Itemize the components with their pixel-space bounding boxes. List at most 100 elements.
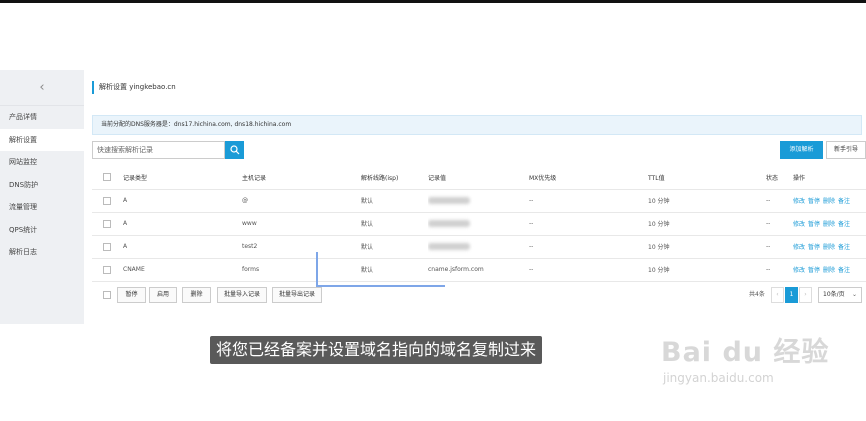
cell-type: A [123,189,242,213]
blurred-value [428,243,470,250]
cell-host: www [242,212,361,236]
cell-mx: -- [529,212,648,236]
cell-host: @ [242,189,361,213]
col-header-status: 状态 [766,166,793,190]
edit-link[interactable]: 修改 [793,198,805,205]
col-header-type: 记录类型 [123,166,242,190]
cell-status: -- [766,212,793,236]
cell-type: A [123,212,242,236]
chevron-down-icon: ⌄ [851,291,857,298]
blurred-value [428,197,470,204]
cell-line: 默认 [361,212,428,236]
col-header-actions: 操作 [793,166,866,190]
prev-page-button[interactable]: ‹ [771,287,784,303]
bulk-enable-button[interactable]: 启用 [149,287,177,303]
col-header-host: 主机记录 [242,166,361,190]
bulk-export-button[interactable]: 批量导出记录 [272,287,322,303]
next-page-button[interactable]: › [799,287,812,303]
search-input[interactable] [92,141,225,159]
table-row: A @ 默认 -- 10 分钟 -- 修改 暂停 删除 备注 [92,189,866,213]
footer-select-all-checkbox[interactable] [103,291,111,299]
sidebar: ‹ 产品详情 解析设置 网站监控 DNS防护 流量管理 QPS统计 解析日志 [0,70,84,324]
sidebar-item-dns-settings[interactable]: 解析设置 [0,128,84,151]
cell-type: CNAME [123,258,242,282]
select-all-checkbox[interactable] [103,173,111,182]
table-row: CNAME forms 默认 cname.jsform.com -- 10 分钟… [92,258,866,282]
cell-ttl: 10 分钟 [648,258,766,282]
blurred-value [428,220,470,227]
page-title: 解析设置 yingkebao.cn [92,81,176,94]
delete-link[interactable]: 删除 [823,221,835,228]
delete-link[interactable]: 删除 [823,267,835,274]
page-size-select[interactable]: 10条/页 ⌄ [818,287,862,303]
note-link[interactable]: 备注 [838,244,850,251]
cell-mx: -- [529,258,648,282]
sidebar-item-traffic[interactable]: 流量管理 [0,196,84,219]
watermark: Bai du 经验 jingyan.baidu.com [661,330,861,400]
table-row: A www 默认 -- 10 分钟 -- 修改 暂停 删除 备注 [92,212,866,236]
col-header-mx: MX优先级 [529,166,648,190]
cell-line: 默认 [361,189,428,213]
col-header-line: 解析线路(isp) [361,166,428,190]
row-checkbox[interactable] [103,196,111,205]
table-row: A test2 默认 -- 10 分钟 -- 修改 暂停 删除 备注 [92,235,866,259]
page-size-value: 10条/页 [823,291,845,298]
watermark-brand: Bai du 经验 [661,337,830,368]
note-link[interactable]: 备注 [838,221,850,228]
bulk-pause-button[interactable]: 暂停 [117,287,146,303]
cell-status: -- [766,235,793,259]
pointer-guide-line [316,252,445,287]
table-footer: 暂停 启用 删除 批量导入记录 批量导出记录 共4条 ‹ 1 › 10条/页 ⌄ [92,285,866,305]
row-checkbox[interactable] [103,242,111,251]
note-link[interactable]: 备注 [838,267,850,274]
cell-ttl: 10 分钟 [648,235,766,259]
edit-link[interactable]: 修改 [793,221,805,228]
cell-actions: 修改 暂停 删除 备注 [793,258,866,282]
sidebar-item-logs[interactable]: 解析日志 [0,241,84,264]
cell-type: A [123,235,242,259]
cell-actions: 修改 暂停 删除 备注 [793,189,866,213]
edit-link[interactable]: 修改 [793,244,805,251]
records-table: 记录类型 主机记录 解析线路(isp) 记录值 MX优先级 TTL值 状态 操作… [92,166,866,282]
bulk-delete-button[interactable]: 删除 [182,287,211,303]
sidebar-item-site-monitor[interactable]: 网站监控 [0,151,84,174]
cell-actions: 修改 暂停 删除 备注 [793,212,866,236]
guide-button[interactable]: 新手引导 [826,141,866,159]
row-checkbox[interactable] [103,265,111,274]
sidebar-item-dns-protection[interactable]: DNS防护 [0,174,84,197]
current-page[interactable]: 1 [785,287,798,303]
cell-actions: 修改 暂停 删除 备注 [793,235,866,259]
col-header-value: 记录值 [428,166,529,190]
top-bar [0,0,866,3]
total-count: 共4条 [749,291,765,298]
pause-link[interactable]: 暂停 [808,198,820,205]
cell-ttl: 10 分钟 [648,189,766,213]
note-link[interactable]: 备注 [838,198,850,205]
edit-link[interactable]: 修改 [793,267,805,274]
cell-status: -- [766,258,793,282]
pause-link[interactable]: 暂停 [808,221,820,228]
collapse-chevron-icon[interactable]: ‹ [0,70,84,106]
cell-mx: -- [529,235,648,259]
cell-ttl: 10 分钟 [648,212,766,236]
add-record-button[interactable]: 添加解析 [780,141,823,159]
col-header-ttl: TTL值 [648,166,766,190]
bulk-import-button[interactable]: 批量导入记录 [217,287,267,303]
sidebar-item-qps[interactable]: QPS统计 [0,219,84,242]
pause-link[interactable]: 暂停 [808,244,820,251]
dns-server-info: 当前分配的DNS服务器是：dns17.hichina.com, dns18.hi… [92,115,862,135]
row-checkbox[interactable] [103,219,111,228]
sidebar-item-product-detail[interactable]: 产品详情 [0,106,84,129]
search-button[interactable] [225,141,244,159]
delete-link[interactable]: 删除 [823,198,835,205]
cell-value [428,189,529,213]
pause-link[interactable]: 暂停 [808,267,820,274]
cell-value [428,212,529,236]
cell-mx: -- [529,189,648,213]
watermark-url: jingyan.baidu.com [663,371,774,385]
video-subtitle: 将您已经备案并设置域名指向的域名复制过来 [210,336,543,364]
cell-status: -- [766,189,793,213]
table-header-row: 记录类型 主机记录 解析线路(isp) 记录值 MX优先级 TTL值 状态 操作 [92,166,866,190]
search-icon [229,145,239,155]
delete-link[interactable]: 删除 [823,244,835,251]
